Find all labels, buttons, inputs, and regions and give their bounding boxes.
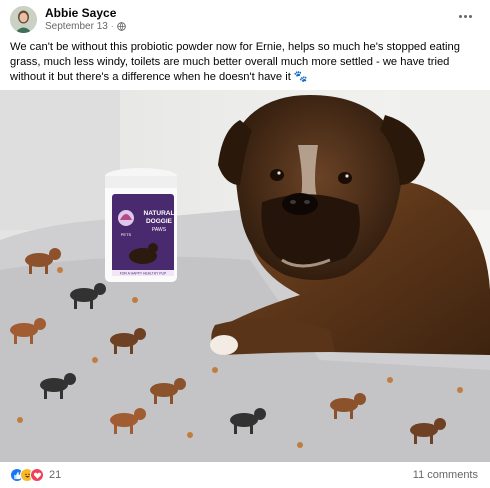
post-footer: 21 11 comments xyxy=(10,466,480,486)
post-date[interactable]: September 13 xyxy=(45,21,108,32)
globe-icon xyxy=(116,22,126,31)
product-label-line1: NATURAL xyxy=(144,210,175,217)
dot-icon xyxy=(458,14,462,18)
more-options-button[interactable] xyxy=(456,10,474,22)
reactions-summary[interactable]: 21 xyxy=(10,468,61,482)
avatar[interactable] xyxy=(10,6,37,33)
love-icon xyxy=(30,468,44,482)
author-name[interactable]: Abbie Sayce xyxy=(45,6,116,20)
product-brand: PETS xyxy=(121,232,132,237)
dot-icon xyxy=(463,14,467,18)
post-header: Abbie Sayce September 13 · xyxy=(10,4,480,36)
product-label-line2: DOGGIE xyxy=(146,218,173,225)
post-meta: September 13 · xyxy=(45,21,126,32)
reaction-count[interactable]: 21 xyxy=(49,469,61,481)
post-text: We can't be without this probiotic powde… xyxy=(10,41,460,83)
product-tub xyxy=(105,168,177,282)
dot-icon xyxy=(468,14,472,18)
meta-separator: · xyxy=(110,22,114,31)
product-label-line3: PAWS xyxy=(152,227,167,233)
post-photo[interactable]: NATURAL DOGGIE PAWS PETS FOR A HAPPY HEA… xyxy=(0,90,490,462)
product-tagline: FOR A HAPPY HEALTHY PUP xyxy=(120,272,167,276)
photo-illustration: NATURAL DOGGIE PAWS PETS FOR A HAPPY HEA… xyxy=(0,90,490,462)
comments-count-link[interactable]: 11 comments xyxy=(413,469,478,481)
